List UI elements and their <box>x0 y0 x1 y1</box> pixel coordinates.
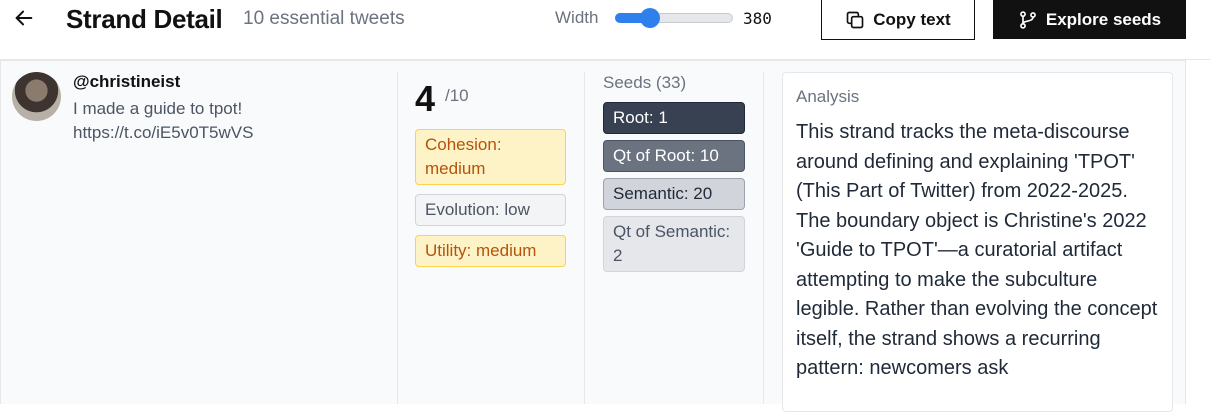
seeds-heading: Seeds (33) <box>603 73 687 92</box>
evolution-badge: Evolution: low <box>415 194 566 226</box>
column-divider <box>397 72 398 404</box>
copy-text-button[interactable]: Copy text <box>821 0 975 40</box>
git-branch-icon <box>1019 10 1036 29</box>
avatar[interactable] <box>12 72 61 121</box>
analysis-heading: Analysis <box>796 87 860 106</box>
arrow-left-icon <box>15 10 33 26</box>
explore-seeds-button[interactable]: Explore seeds <box>993 0 1186 39</box>
width-label: Width <box>555 8 599 27</box>
column-divider <box>763 72 764 404</box>
seed-semantic[interactable]: Semantic: 20 <box>603 178 745 210</box>
tweet-handle[interactable]: @christineist <box>73 72 180 92</box>
seed-root[interactable]: Root: 1 <box>603 102 745 134</box>
explore-seeds-label: Explore seeds <box>1045 9 1162 29</box>
width-value: 380 <box>743 9 772 28</box>
tweet-text: I made a guide to tpot! https://t.co/iE5… <box>73 99 254 142</box>
column-divider <box>584 72 585 404</box>
width-slider[interactable] <box>615 8 735 28</box>
copy-icon <box>846 11 864 28</box>
seed-qt-of-semantic[interactable]: Qt of Semantic: 2 <box>603 216 745 272</box>
slider-thumb[interactable] <box>640 8 660 28</box>
header-bar: Strand Detail 10 essential tweets Width … <box>0 0 1210 60</box>
cohesion-badge: Cohesion: medium <box>415 129 566 185</box>
page-subtitle: 10 essential tweets <box>243 8 405 29</box>
copy-text-label: Copy text <box>873 9 951 29</box>
analysis-card: Analysis This strand tracks the meta-dis… <box>782 72 1173 412</box>
score-denominator: /10 <box>445 86 469 105</box>
analysis-text: This strand tracks the meta-discourse ar… <box>796 121 1158 379</box>
utility-badge: Utility: medium <box>415 235 566 267</box>
back-button[interactable] <box>10 4 38 32</box>
page-title: Strand Detail <box>66 4 223 34</box>
seed-qt-of-root[interactable]: Qt of Root: 10 <box>603 140 745 172</box>
score-value: 4 <box>415 78 436 119</box>
